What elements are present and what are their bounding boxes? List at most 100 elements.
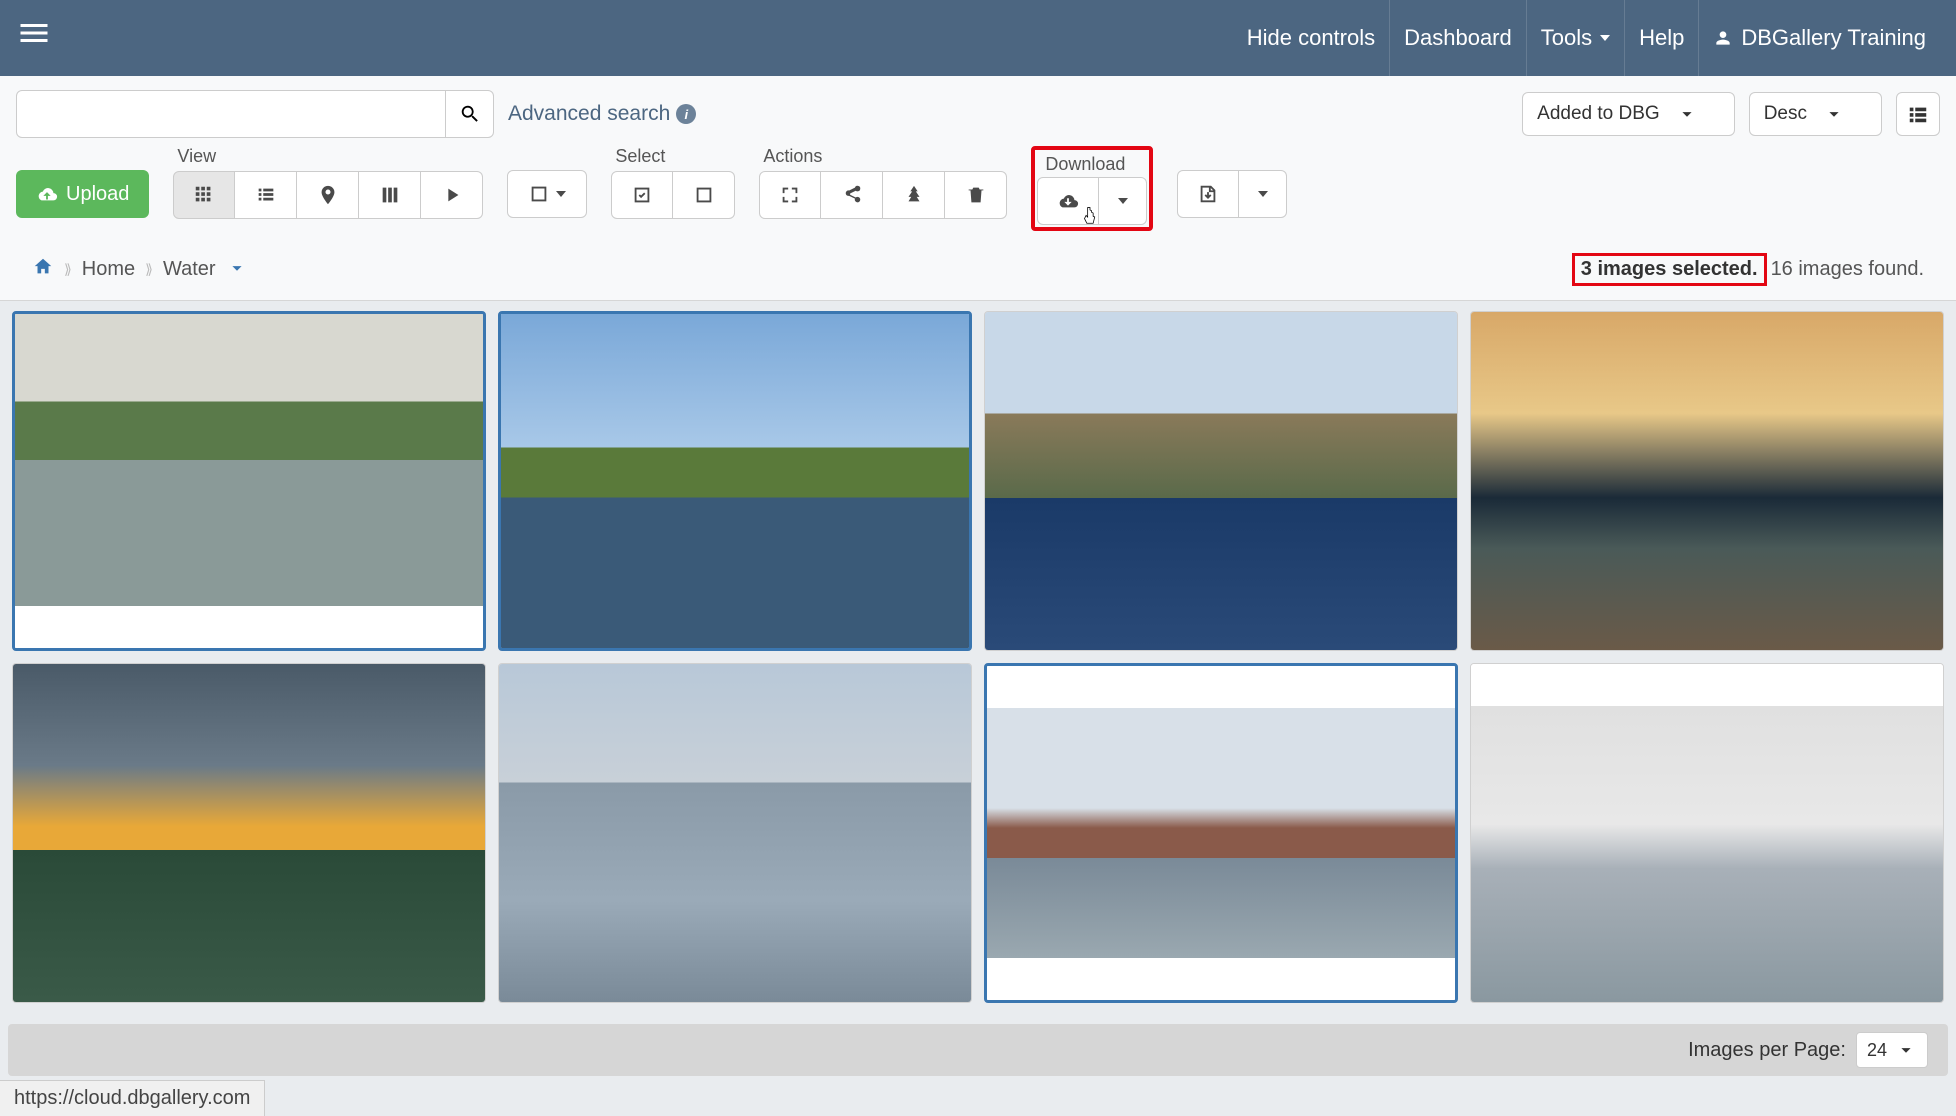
list-icon [1907,103,1929,125]
menu-hamburger-icon[interactable] [16,15,52,61]
nav-tools[interactable]: Tools [1526,0,1624,76]
advanced-search-link[interactable]: Advanced search i [508,102,696,126]
export-icon [1197,183,1219,205]
breadcrumb-current[interactable]: Water [163,258,216,281]
thumbnail[interactable] [1470,663,1944,1003]
tree-icon [903,184,925,206]
actions-label: Actions [763,146,1007,167]
breadcrumb: ⟫ Home ⟫ Water 3 images selected. 16 ima… [16,243,1940,300]
breadcrumb-sep-icon: ⟫ [64,261,72,278]
thumbnail[interactable] [12,663,486,1003]
view-grid-button[interactable] [173,171,235,219]
footer-bar: Images per Page: 24 [8,1024,1948,1076]
control-bar: Advanced search i Added to DBG Desc Uplo… [0,76,1956,301]
view-columns-button[interactable] [359,171,421,219]
nav-dashboard[interactable]: Dashboard [1389,0,1526,76]
status-text: 3 images selected. 16 images found. [1572,253,1924,286]
search-group [16,90,494,138]
selected-count: 3 images selected. [1572,253,1767,286]
view-list-button[interactable] [235,171,297,219]
user-icon [1713,28,1733,48]
chevron-down-icon [1895,1039,1917,1061]
images-per-page-select[interactable]: 24 [1856,1032,1928,1068]
actions-group: Actions [759,146,1007,219]
home-icon[interactable] [32,256,54,284]
trash-icon [965,184,987,206]
control-row-search: Advanced search i Added to DBG Desc [16,90,1940,138]
upload-button[interactable]: Upload [16,170,149,218]
images-per-page-value: 24 [1867,1040,1887,1061]
nav-hide-controls[interactable]: Hide controls [1233,0,1389,76]
control-row-tools: Upload View Select [16,146,1940,243]
sort-order-label: Desc [1764,103,1807,125]
caret-down-icon [1258,191,1268,197]
advanced-search-label: Advanced search [508,102,670,126]
images-per-page-label: Images per Page: [1688,1039,1846,1062]
thumbnail[interactable] [498,311,972,651]
nav-help[interactable]: Help [1624,0,1698,76]
view-group: View [173,146,483,219]
share-icon [841,184,863,206]
check-square-icon [631,184,653,206]
top-nav: Hide controls Dashboard Tools Help DBGal… [0,0,1956,76]
found-count: 16 images found. [1771,258,1924,281]
breadcrumb-home[interactable]: Home [82,258,135,281]
expand-icon [779,184,801,206]
view-slideshow-button[interactable] [421,171,483,219]
caret-down-icon [556,191,566,197]
caret-down-icon [1600,35,1610,41]
list-icon [255,184,277,206]
columns-icon [379,184,401,206]
thumbnail[interactable] [984,311,1458,651]
grid-icon [193,184,215,206]
tag-button[interactable] [883,171,945,219]
view-map-button[interactable] [297,171,359,219]
thumbnail[interactable] [498,663,972,1003]
caret-down-icon [1118,198,1128,204]
gallery [0,301,1956,1013]
breadcrumb-sep-icon: ⟫ [145,261,153,278]
nav-tools-label: Tools [1541,25,1592,51]
sort-order-select[interactable]: Desc [1749,92,1882,136]
select-group-wrap [507,170,587,218]
select-none-button[interactable] [673,171,735,219]
search-icon [459,103,481,125]
cloud-upload-icon [36,183,58,205]
chevron-down-icon [1823,103,1845,125]
select-options-button[interactable] [507,170,587,218]
cloud-download-icon [1057,190,1079,212]
select-label: Select [615,146,735,167]
search-button[interactable] [446,90,494,138]
view-toggle-button[interactable] [1896,92,1940,136]
map-pin-icon [317,184,339,206]
download-group: Download [1031,146,1153,231]
cursor-pointer-icon [1079,206,1101,235]
nav-user[interactable]: DBGallery Training [1698,0,1940,76]
nav-user-label: DBGallery Training [1741,25,1926,51]
export-options-button[interactable] [1239,170,1287,218]
info-icon: i [676,104,696,124]
fullscreen-button[interactable] [759,171,821,219]
sort-field-label: Added to DBG [1537,103,1660,125]
search-input[interactable] [16,90,446,138]
export-group [1177,170,1287,218]
sort-field-select[interactable]: Added to DBG [1522,92,1735,136]
thumbnail[interactable] [1470,311,1944,651]
select-group: Select [611,146,735,219]
download-options-button[interactable] [1099,177,1147,225]
chevron-down-icon[interactable] [226,257,248,282]
select-all-button[interactable] [611,171,673,219]
empty-square-icon [693,184,715,206]
play-icon [441,184,463,206]
download-label: Download [1041,152,1147,177]
export-button[interactable] [1177,170,1239,218]
thumbnail[interactable] [12,311,486,651]
chevron-down-icon [1676,103,1698,125]
status-bar-url: https://cloud.dbgallery.com [0,1080,265,1116]
nav-right: Hide controls Dashboard Tools Help DBGal… [1233,0,1940,76]
view-label: View [177,146,483,167]
thumbnail[interactable] [984,663,1458,1003]
share-button[interactable] [821,171,883,219]
delete-button[interactable] [945,171,1007,219]
upload-label: Upload [66,183,129,206]
